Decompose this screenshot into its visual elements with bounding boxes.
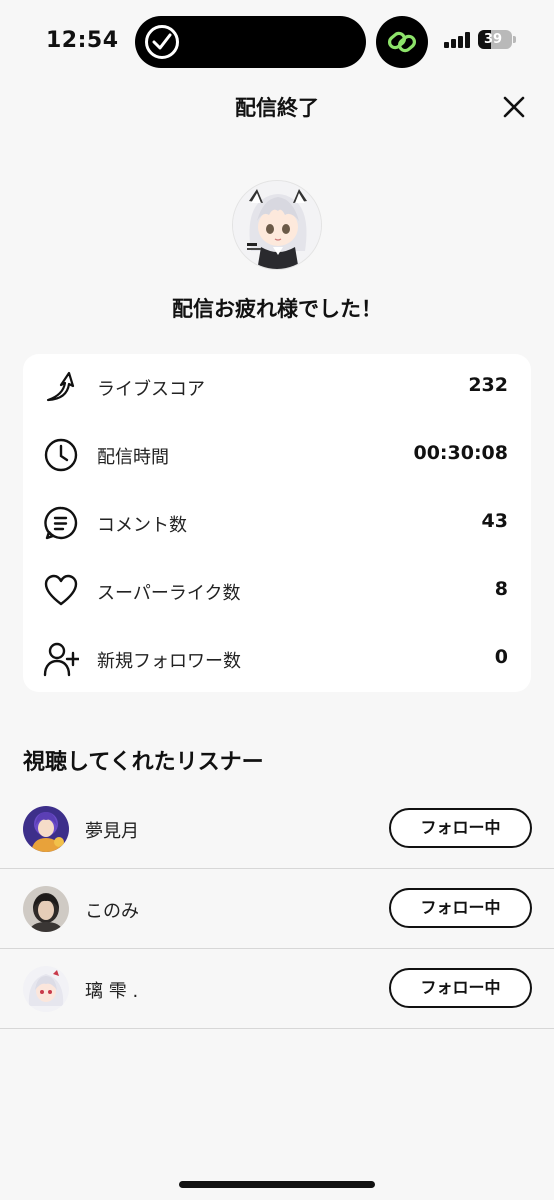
battery-level: 39 — [483, 32, 503, 47]
cellular-signal-icon — [444, 32, 470, 48]
following-button[interactable]: フォロー中 — [389, 968, 532, 1008]
battery-icon: 39 — [478, 30, 512, 49]
streamer-avatar — [232, 180, 322, 270]
listener-row[interactable]: このみ フォロー中 — [0, 869, 554, 949]
following-button[interactable]: フォロー中 — [389, 888, 532, 928]
divider — [0, 1028, 554, 1029]
thanks-message: 配信お疲れ様でした！ — [172, 297, 382, 321]
stat-value: 0 — [494, 646, 508, 668]
page-title: 配信終了 — [235, 96, 319, 120]
stat-row-duration: 配信時間 00:30:08 — [23, 430, 531, 480]
stat-value: 8 — [494, 578, 508, 600]
following-button[interactable]: フォロー中 — [389, 808, 532, 848]
stat-label: コメント数 — [97, 515, 187, 536]
close-button[interactable] — [500, 93, 528, 121]
dynamic-island[interactable] — [135, 16, 366, 68]
stat-row-super-likes: スーパーライク数 8 — [23, 566, 531, 616]
listener-row[interactable]: 璃 雫 . フォロー中 — [0, 949, 554, 1029]
comment-icon — [44, 506, 78, 540]
status-bar: 12:54 39 — [0, 0, 554, 80]
stats-card: ライブスコア 232 配信時間 00:30:08 コメント数 43 スーパーライ… — [23, 354, 531, 692]
stat-value: 232 — [468, 374, 508, 396]
listener-avatar[interactable] — [23, 806, 69, 852]
listeners-section-title: 視聴してくれたリスナー — [23, 750, 264, 775]
stat-label: スーパーライク数 — [97, 583, 241, 604]
close-icon — [503, 96, 525, 118]
stat-label: 新規フォロワー数 — [97, 651, 241, 672]
stat-label: ライブスコア — [97, 379, 205, 400]
listener-avatar[interactable] — [23, 886, 69, 932]
listener-row[interactable]: 夢見月 フォロー中 — [0, 789, 554, 869]
link-icon[interactable] — [376, 16, 428, 68]
checkmark-icon — [145, 25, 179, 59]
heart-icon — [44, 574, 78, 606]
listener-name: 夢見月 — [85, 821, 139, 842]
add-user-icon — [43, 642, 79, 677]
stat-row-live-score: ライブスコア 232 — [23, 362, 531, 412]
home-indicator[interactable] — [179, 1181, 375, 1188]
listener-avatar[interactable] — [23, 966, 69, 1012]
stat-row-new-followers: 新規フォロワー数 0 — [23, 634, 531, 684]
score-arrow-icon — [46, 371, 75, 402]
listener-name: 璃 雫 . — [85, 981, 139, 1002]
stat-label: 配信時間 — [97, 447, 169, 468]
stat-value: 00:30:08 — [413, 442, 508, 464]
status-time: 12:54 — [46, 28, 119, 53]
stat-row-comments: コメント数 43 — [23, 498, 531, 548]
stat-value: 43 — [481, 510, 508, 532]
listener-name: このみ — [85, 901, 139, 922]
clock-icon — [44, 438, 78, 472]
